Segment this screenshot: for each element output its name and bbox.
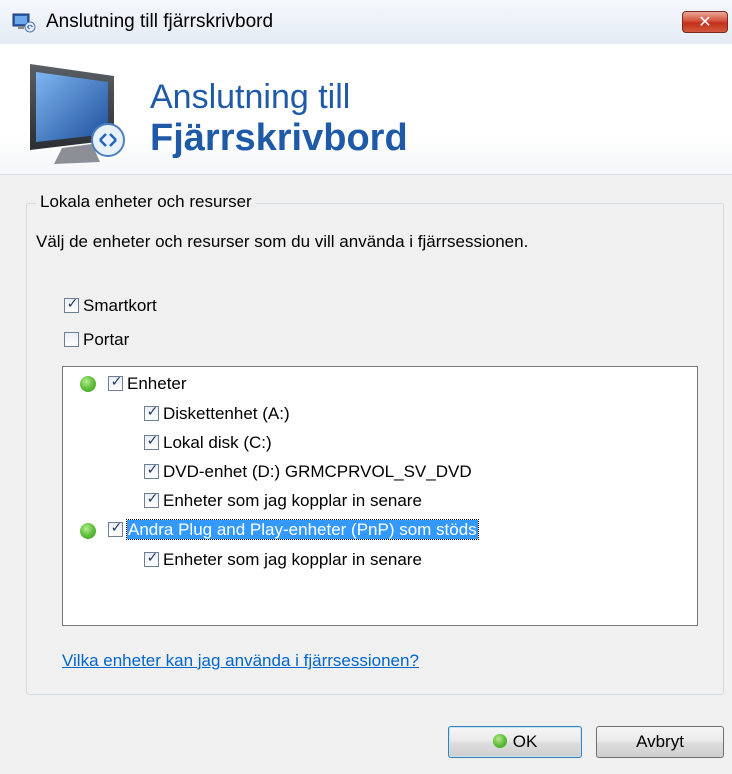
help-link[interactable]: Vilka enheter kan jag använda i fjärrses…: [62, 650, 419, 672]
tree-item-label: Enheter som jag kopplar in senare: [163, 550, 422, 569]
tree-item-floppy[interactable]: ✓ Diskettenhet (A:): [144, 403, 290, 425]
check-icon: ✓: [146, 461, 159, 478]
check-icon: ✓: [110, 373, 123, 390]
monitor-remote-icon: [30, 64, 125, 164]
close-button[interactable]: ✕: [682, 11, 728, 33]
title-bar[interactable]: Anslutning till fjärrskrivbord ✕: [0, 0, 732, 45]
tree-item-local-disk[interactable]: ✓ Lokal disk (C:): [144, 432, 272, 454]
ports-label: Portar: [83, 330, 130, 349]
pnp-checkbox[interactable]: ✓: [108, 519, 123, 538]
tree-item-pnp-later[interactable]: ✓ Enheter som jag kopplar in senare: [144, 549, 422, 571]
tree-item-later-devices[interactable]: ✓ Enheter som jag kopplar in senare: [144, 490, 422, 512]
ok-button[interactable]: OK: [448, 726, 582, 758]
smartcard-option[interactable]: ✓ Smartkort: [64, 295, 157, 317]
ports-option[interactable]: Portar: [64, 329, 129, 351]
group-legend: Lokala enheter och resurser: [36, 192, 256, 212]
tree-item-label: Diskettenhet (A:): [163, 404, 290, 423]
check-icon: ✓: [146, 403, 159, 420]
shield-icon: [492, 733, 507, 748]
floppy-checkbox[interactable]: ✓: [144, 403, 159, 422]
tree-item-pnp[interactable]: ✓ Andra Plug and Play-enheter (PnP) som s…: [108, 519, 479, 541]
dvd-checkbox[interactable]: ✓: [144, 461, 159, 480]
smartcard-checkbox[interactable]: ✓: [64, 295, 79, 314]
pnp-later-checkbox[interactable]: ✓: [144, 549, 159, 568]
ports-checkbox[interactable]: [64, 332, 79, 348]
tree-item-label: Enheter som jag kopplar in senare: [163, 491, 422, 510]
status-dot-icon: [80, 376, 96, 392]
status-dot-icon: [80, 523, 96, 539]
later-devices-checkbox[interactable]: ✓: [144, 490, 159, 509]
window-title: Anslutning till fjärrskrivbord: [46, 11, 274, 32]
tree-item-enheter[interactable]: ✓ Enheter: [108, 373, 187, 395]
tree-item-label-selected: Andra Plug and Play-enheter (PnP) som st…: [126, 519, 479, 540]
check-icon: ✓: [66, 295, 79, 312]
tree-item-label: DVD-enhet (D:) GRMCPRVOL_SV_DVD: [163, 462, 472, 481]
header-banner: Anslutning till Fjärrskrivbord: [0, 44, 732, 175]
tree-item-label: Enheter: [127, 374, 187, 393]
banner-title-line1: Anslutning till: [150, 78, 351, 116]
tree-item-label: Lokal disk (C:): [163, 433, 272, 452]
local-disk-checkbox[interactable]: ✓: [144, 432, 159, 451]
cancel-button[interactable]: Avbryt: [596, 726, 724, 758]
banner-title-line2: Fjärrskrivbord: [150, 117, 408, 159]
check-icon: ✓: [110, 519, 123, 536]
check-icon: ✓: [146, 490, 159, 507]
enheter-checkbox[interactable]: ✓: [108, 373, 123, 392]
remote-desktop-dialog: Anslutning till fjärrskrivbord ✕ Anslutn…: [0, 0, 732, 774]
check-icon: ✓: [146, 432, 159, 449]
instruction-text: Välj de enheter och resurser som du vill…: [36, 232, 529, 251]
remote-desktop-icon: [12, 13, 36, 33]
tree-item-dvd[interactable]: ✓ DVD-enhet (D:) GRMCPRVOL_SV_DVD: [144, 461, 472, 483]
smartcard-label: Smartkort: [83, 296, 157, 315]
check-icon: ✓: [146, 549, 159, 566]
ok-label: OK: [512, 732, 538, 751]
